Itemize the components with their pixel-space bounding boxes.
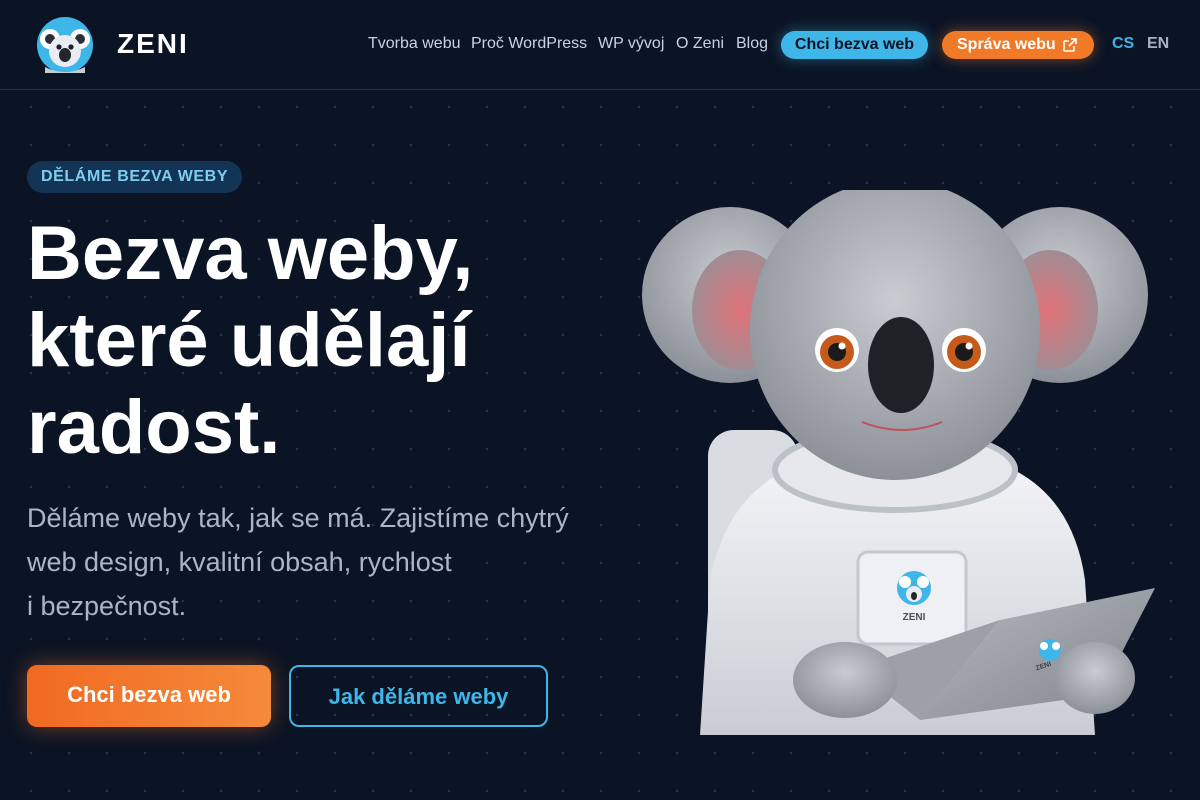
language-en[interactable]: EN xyxy=(1147,35,1169,53)
nav-cta-sprava-webu[interactable]: Správa webu xyxy=(942,31,1094,59)
site-header: ZENI Tvorba webu Proč WordPress WP vývoj… xyxy=(0,0,1200,90)
nav-link-wp-vyvoj[interactable]: WP vývoj xyxy=(598,35,664,53)
hero-eyebrow-badge: DĚLÁME BEZVA WEBY xyxy=(27,161,243,193)
koala-logo-icon[interactable] xyxy=(37,17,93,73)
hero-lead-line-1: Děláme weby tak, jak se má. Zajistíme ch… xyxy=(27,503,569,533)
hero-headline-line-3: radost. xyxy=(27,385,281,470)
koala-right-paw xyxy=(1055,642,1135,714)
hero-lead-text: Děláme weby tak, jak se má. Zajistíme ch… xyxy=(27,496,587,628)
language-cs[interactable]: CS xyxy=(1112,35,1134,53)
nav-link-o-zeni[interactable]: O Zeni xyxy=(676,35,724,53)
hero-button-jak-delame-weby[interactable]: Jak děláme weby xyxy=(289,665,548,727)
nav-cta-chci-bezva-web[interactable]: Chci bezva web xyxy=(781,31,928,59)
hero-headline-line-1: Bezva weby, xyxy=(27,211,474,296)
koala-astronaut-illustration: ZENI ZENI xyxy=(642,190,1155,735)
hero-headline-line-2: které udělají xyxy=(27,298,471,383)
laptop-logo-icon xyxy=(1039,639,1061,661)
hero-headline: Bezva weby, které udělají radost. xyxy=(27,210,607,471)
hero-button-chci-bezva-web[interactable]: Chci bezva web xyxy=(27,665,271,727)
nav-link-tvorba-webu[interactable]: Tvorba webu xyxy=(368,35,461,53)
koala-nose xyxy=(868,317,934,413)
nav-link-blog[interactable]: Blog xyxy=(736,35,768,53)
suit-badge-text: ZENI xyxy=(903,612,926,623)
koala-left-paw xyxy=(793,642,897,718)
nav-link-proc-wordpress[interactable]: Proč WordPress xyxy=(471,35,587,53)
hero-lead-line-3: i bezpečnost. xyxy=(27,591,187,621)
nav-cta-sprava-webu-label: Správa webu xyxy=(957,36,1056,53)
brand-name[interactable]: ZENI xyxy=(117,28,189,60)
external-link-icon xyxy=(1063,38,1077,52)
hero-lead-line-2: web design, kvalitní obsah, rychlost xyxy=(27,547,452,577)
